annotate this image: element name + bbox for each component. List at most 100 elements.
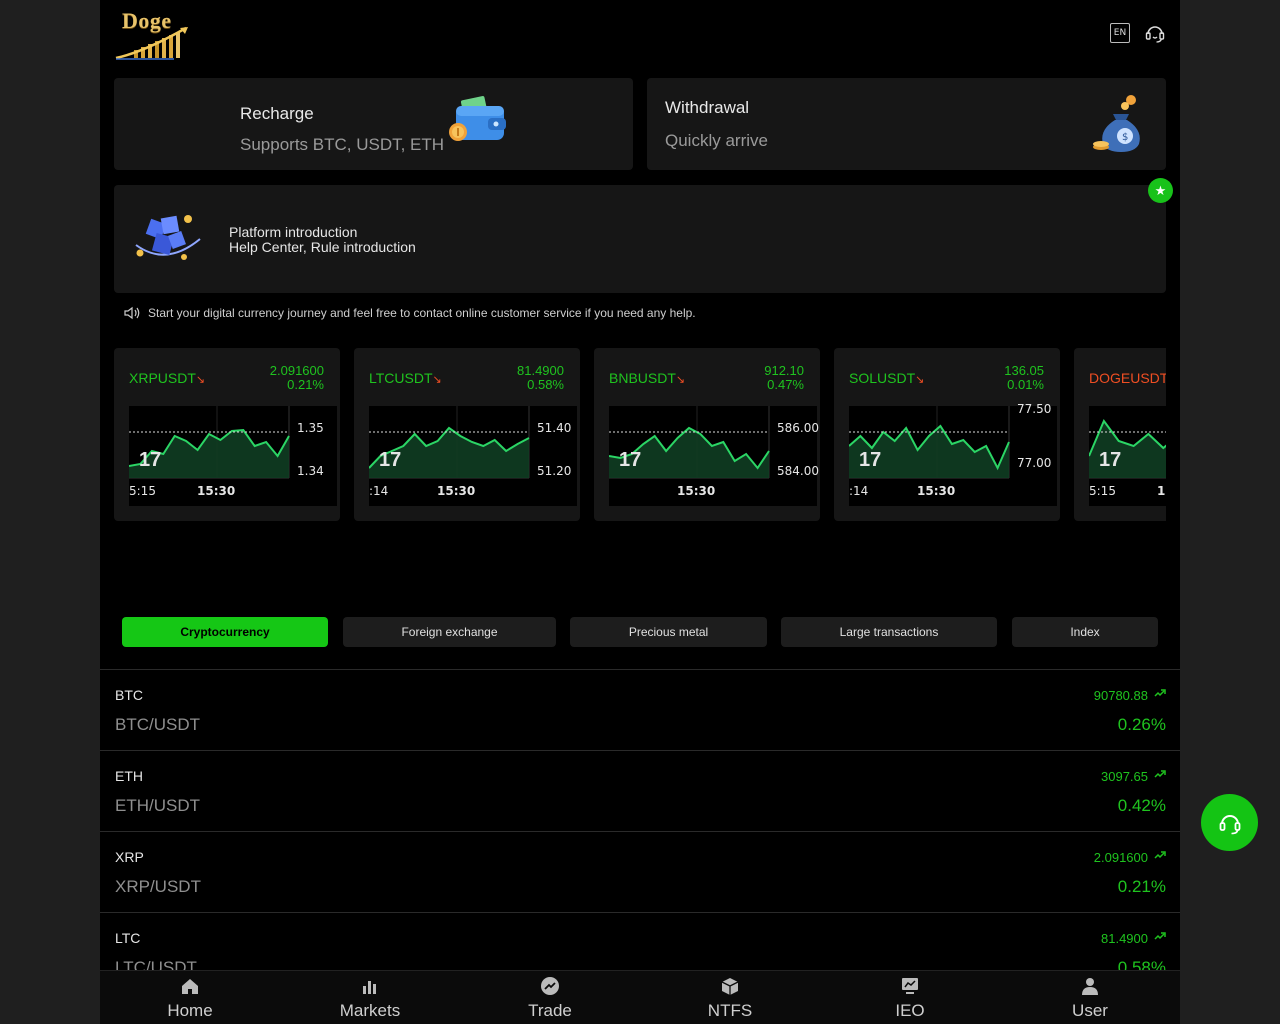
category-tabs: Cryptocurrency Foreign exchange Precious m… <box>122 617 1162 647</box>
nav-ntfs[interactable]: NTFS <box>640 971 820 1024</box>
nav-home[interactable]: Home <box>100 971 280 1024</box>
tab-large-transactions[interactable]: Large transactions <box>781 617 997 647</box>
market-row[interactable]: BTC BTC/USDT 90780.88 0.26% <box>100 669 1180 750</box>
market-price: 3097.65 <box>1101 769 1148 784</box>
tradingview-logo-icon: 17 <box>859 449 881 471</box>
market-change: 0.42% <box>1117 796 1166 815</box>
bar-chart-icon <box>363 981 376 994</box>
ticker-card[interactable]: SOLUSDT↘ 136.05 0.01% 17 77.50 77.00:14 15:30 <box>834 348 1060 521</box>
ticker-axis-label: 77.50 <box>1017 402 1052 416</box>
ticker-axis-label: 584.00 <box>777 464 819 478</box>
market-price: 81.4900 <box>1101 931 1148 946</box>
notice-text: Start your digital currency journey and … <box>148 306 696 320</box>
ticker-change: 0.47% <box>767 377 804 392</box>
ticker-change: 0.58% <box>527 377 564 392</box>
support-chat-button[interactable] <box>1201 794 1258 851</box>
tradingview-logo-icon: 17 <box>619 449 641 471</box>
trend-up-icon <box>1154 689 1166 697</box>
market-change: 0.26% <box>1117 715 1166 734</box>
trend-down-icon: ↘ <box>675 374 686 386</box>
platform-text: Platform introduction Help Center, Rule … <box>229 225 416 255</box>
market-change: 0.58% <box>1117 958 1166 970</box>
ticker-price: 912.10 <box>764 363 804 378</box>
user-icon <box>1082 978 1098 995</box>
ticker-card[interactable]: XRPUSDT↘ 2.091600 0.21% 17 1.35 1.34 5:15 15:30 <box>114 348 340 521</box>
recharge-title: Recharge <box>240 104 314 123</box>
platform-intro-card[interactable]: Platform introduction Help Center, Rule … <box>114 185 1166 293</box>
market-pair: ETH/USDT <box>115 796 200 815</box>
platform-subtitle: Help Center, Rule introduction <box>229 239 416 255</box>
withdrawal-card[interactable]: Withdrawal Quickly arrive $ <box>647 78 1166 170</box>
ticker-symbol: DOGEUSDT↘ <box>1089 370 1166 386</box>
ticker-time-label: 15:30 <box>197 484 236 498</box>
nav-label: Home <box>167 1001 213 1020</box>
ticker-time-label: 1 <box>1157 484 1166 498</box>
bottom-nav: Home Markets Trade NTFS IEO User <box>100 970 1180 1024</box>
ticker-time-label: :14 <box>849 484 869 498</box>
ticker-axis-label: 1.34 <box>297 464 324 478</box>
withdrawal-title: Withdrawal <box>665 98 750 117</box>
market-symbol: ETH <box>115 768 143 784</box>
logo-chart-icon <box>115 26 188 60</box>
ticker-card[interactable]: LTCUSDT↘ 81.4900 0.58% 17 51.40 51.20 :14 15:30 <box>354 348 580 521</box>
ticker-axis-label: 1.35 <box>297 421 324 435</box>
market-row[interactable]: LTC LTC/USDT 81.4900 0.58% <box>100 912 1180 970</box>
ticker-carousel[interactable]: XRPUSDT↘ 2.091600 0.21% 17 1.35 1.34 5:15 15:30… <box>114 348 1166 522</box>
wallet-icon <box>449 96 506 141</box>
ticker-symbol: XRPUSDT↘ <box>129 370 206 386</box>
ticker-price: 136.05 <box>1004 363 1044 378</box>
market-change: 0.21% <box>1117 877 1166 896</box>
ticker-mini-chart: 17 586.00 584.00 15:30 <box>608 406 819 506</box>
ticker-axis-label: 77.00 <box>1017 456 1052 470</box>
logo[interactable]: Doge <box>114 8 194 60</box>
speaker-icon <box>124 306 140 320</box>
market-symbol: BTC <box>115 687 143 703</box>
ticker-time-label: 15:30 <box>437 484 476 498</box>
language-label: EN <box>1113 28 1127 38</box>
tab-precious-metal[interactable]: Precious metal <box>570 617 767 647</box>
trend-down-icon: ↘ <box>195 374 206 386</box>
customer-service-icon[interactable] <box>1144 22 1166 44</box>
market-price: 2.091600 <box>1093 850 1148 865</box>
recharge-card[interactable]: Recharge Supports BTC, USDT, ETH <box>114 78 633 170</box>
tradingview-logo-icon: 17 <box>379 449 401 471</box>
header-actions: EN <box>1110 22 1166 44</box>
ticker-price-block: 2.091600 0.21% <box>270 364 324 392</box>
market-list: BTC BTC/USDT 90780.88 0.26% ETH ETH/USDT 3097.… <box>100 669 1180 970</box>
tab-cryptocurrency[interactable]: Cryptocurrency <box>122 617 328 647</box>
ticker-time-label: 15:30 <box>677 484 716 498</box>
market-row[interactable]: XRP XRP/USDT 2.091600 0.21% <box>100 831 1180 912</box>
ticker-change: 0.01% <box>1007 377 1044 392</box>
nav-ieo[interactable]: IEO <box>820 971 1000 1024</box>
market-price: 90780.88 <box>1093 688 1148 703</box>
ticker-mini-chart: 17 51.40 51.20 :14 15:30 <box>368 406 577 506</box>
ticker-price-block: 912.10 0.47% <box>764 364 804 392</box>
withdrawal-subtitle: Quickly arrive <box>665 131 768 150</box>
ticker-axis-label: 51.40 <box>537 421 572 435</box>
header: Doge EN <box>100 0 1180 70</box>
tab-foreign-exchange[interactable]: Foreign exchange <box>343 617 556 647</box>
nav-trade[interactable]: Trade <box>460 971 640 1024</box>
ticker-card[interactable]: DOGEUSDT↘ 17 5:15 1 <box>1074 348 1166 521</box>
ticker-card[interactable]: BNBUSDT↘ 912.10 0.47% 17 586.00 584.00 15:30 <box>594 348 820 521</box>
market-pair: BTC/USDT <box>115 715 200 734</box>
nav-label: User <box>1072 1001 1108 1020</box>
market-row[interactable]: ETH ETH/USDT 3097.65 0.42% <box>100 750 1180 831</box>
ticker-time-label: 5:15 <box>129 484 156 498</box>
tab-index[interactable]: Index <box>1012 617 1158 647</box>
nav-user[interactable]: User <box>1000 971 1180 1024</box>
platform-title: Platform introduction <box>229 224 358 240</box>
ticker-mini-chart: 17 5:15 1 <box>1088 406 1166 506</box>
language-icon[interactable]: EN <box>1110 23 1130 43</box>
market-pair: XRP/USDT <box>115 877 201 896</box>
ticker-symbol: LTCUSDT↘ <box>369 370 442 386</box>
ticker-price-block: 81.4900 0.58% <box>517 364 564 392</box>
ticker-time-label: 15:30 <box>917 484 956 498</box>
star-badge-icon[interactable]: ★ <box>1148 178 1173 203</box>
ticker-axis-label: 51.20 <box>537 464 572 478</box>
tradingview-logo-icon: 17 <box>1099 449 1121 471</box>
ticker-time-label: :14 <box>369 484 389 498</box>
nav-label: IEO <box>895 1001 925 1020</box>
nav-markets[interactable]: Markets <box>280 971 460 1024</box>
nav-label: NTFS <box>707 1001 753 1020</box>
